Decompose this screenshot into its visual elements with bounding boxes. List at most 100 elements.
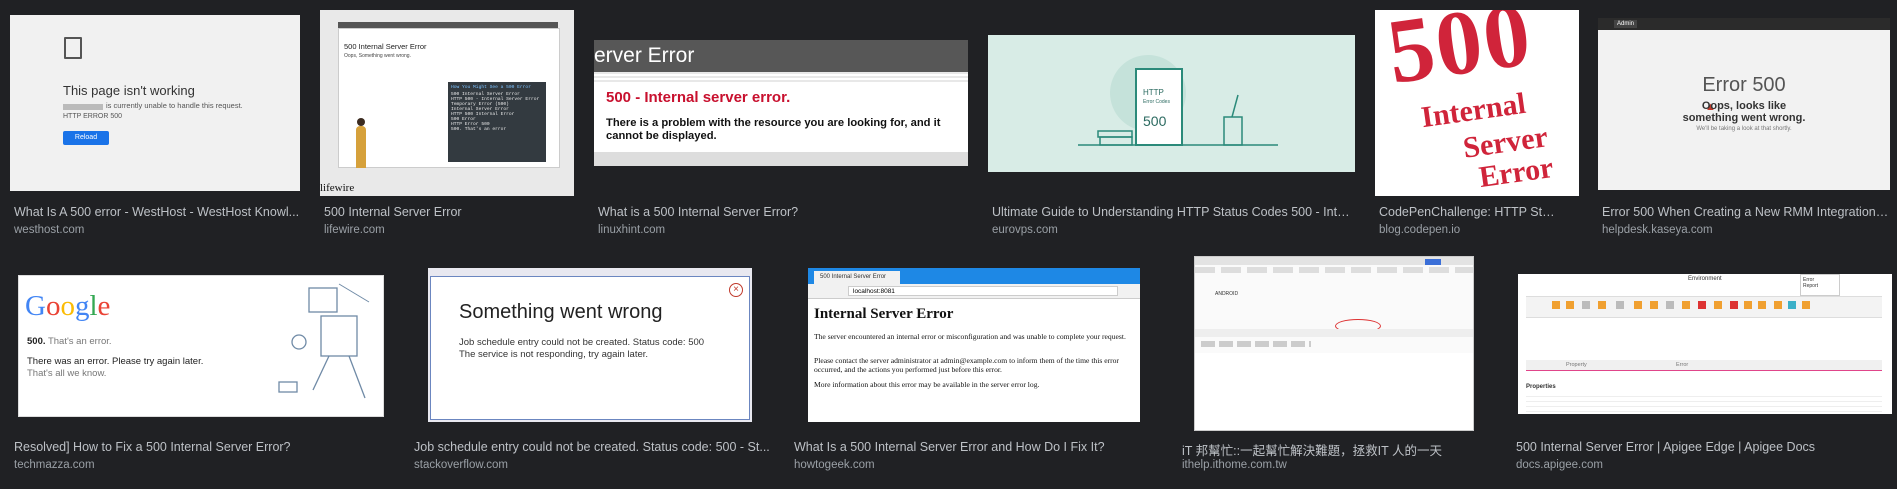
thumbnail-image[interactable]: 500 Internal Server Error localhost:8081… [808, 268, 1140, 422]
logo-letter: g [74, 290, 90, 322]
header-text: erver Error [594, 44, 695, 67]
google-logo: Google [25, 290, 110, 323]
thumbnail-image[interactable]: 500 Internal Server Error Oops, Somethin… [320, 10, 574, 196]
line2-text: That's all we know. [27, 368, 107, 379]
url-text: localhost:8081 [853, 288, 895, 295]
result-tile-kaseya[interactable]: Admin Error 500 ▲ Oops, looks like somet… [1598, 18, 1890, 237]
line1-bold: 500. [27, 336, 46, 347]
thumb-line: is currently unable to handle this reque… [106, 101, 243, 110]
result-caption[interactable]: Job schedule entry could not be created.… [414, 440, 770, 454]
person-head [357, 118, 365, 126]
result-tile-eurovps[interactable]: HTTP Error Codes 500 Ultimate Guide to U… [988, 35, 1355, 237]
book-illustration-icon [1078, 55, 1278, 146]
result-caption[interactable]: Error 500 When Creating a New RMM Integr… [1602, 205, 1890, 219]
result-tile-apigee[interactable]: Environment Error Report Property Error … [1512, 272, 1892, 473]
trace-icons [1552, 301, 1810, 309]
result-tile-techmazza[interactable]: Google 500. That's an error. There was a… [10, 273, 400, 473]
result-caption[interactable]: CodePenChallenge: HTTP Status ... [1379, 205, 1555, 219]
page-p1: The server encountered an internal error… [814, 332, 1126, 341]
result-source[interactable]: stackoverflow.com [414, 459, 770, 471]
result-source[interactable]: eurovps.com [992, 224, 1352, 236]
thumbnail-image[interactable]: This page isn't working is currently una… [10, 15, 300, 191]
result-tile-stackoverflow[interactable]: × Something went wrong Job schedule entr… [410, 262, 770, 473]
result-tile-westhost[interactable]: This page isn't working is currently una… [10, 15, 300, 237]
broken-robot-icon [278, 283, 370, 399]
result-source[interactable]: howtogeek.com [794, 459, 1150, 471]
result-source[interactable]: techmazza.com [14, 459, 400, 471]
thumbnail-image[interactable]: Environment Error Report Property Error … [1518, 274, 1892, 414]
thumbnail-image[interactable]: 500 Internal Server Error [1375, 10, 1579, 196]
menu-row [1195, 267, 1473, 273]
result-tile-codepen[interactable]: 500 Internal Server Error CodePenChallen… [1375, 10, 1579, 237]
logo-letter: o [60, 290, 75, 322]
thumbnail-image[interactable]: Google 500. That's an error. There was a… [18, 275, 384, 417]
result-source[interactable]: westhost.com [14, 224, 304, 236]
result-source[interactable]: docs.apigee.com [1516, 459, 1892, 471]
col-property: Property [1566, 362, 1587, 368]
sad-page-icon [64, 37, 82, 59]
pink-rule [1526, 370, 1882, 371]
error-header-bar: erver Error [594, 40, 968, 72]
result-caption[interactable]: Resolved] How to Fix a 500 Internal Serv… [14, 440, 400, 454]
result-caption[interactable]: What Is A 500 error - WestHost - WestHos… [14, 205, 304, 219]
col-error: Error [1676, 362, 1689, 368]
result-caption[interactable]: iT 邦幫忙::一起幫忙解決難題，拯救IT 人的一天 [1182, 440, 1478, 459]
error-box: How You Might See a 500 Error 500 Intern… [448, 82, 546, 162]
result-tile-lifewire[interactable]: 500 Internal Server Error Oops, Somethin… [320, 10, 580, 237]
thumb-line2: There was an error. Please try again lat… [27, 356, 227, 380]
logo-letter: l [89, 290, 98, 322]
dialog-line2: The service is not responding, try again… [459, 349, 649, 360]
thumbnail-image[interactable]: erver Error 500 - Internal server error.… [594, 40, 968, 166]
stripe [594, 72, 968, 82]
browser-tab: 500 Internal Server Error [814, 271, 900, 284]
panel-tabs [1195, 329, 1473, 337]
address-bar: localhost:8081 [808, 284, 1140, 299]
panel-rows [1201, 341, 1311, 347]
props-label: Properties [1526, 384, 1556, 390]
book-top: HTTP [1143, 88, 1164, 97]
result-tile-ithelp[interactable]: ANDROID iT 邦幫忙::一起幫忙解決難題，拯救IT 人的一天 ithel… [1178, 256, 1478, 473]
thumbnail-image[interactable]: × Something went wrong Job schedule entr… [428, 268, 752, 422]
thumbnail-image[interactable]: ANDROID [1194, 256, 1474, 431]
dialog-line1: Job schedule entry could not be created.… [459, 337, 705, 348]
admin-label: Admin [1617, 21, 1635, 27]
url-box: localhost:8081 [848, 286, 1118, 296]
thumb-title: Error 500 [1702, 74, 1786, 96]
blurred-domain [63, 104, 103, 110]
line1-text: That's an error. [47, 336, 112, 347]
dialog-box: × Something went wrong Job schedule entr… [430, 276, 750, 420]
box-title: How You Might See a 500 Error [451, 85, 531, 90]
tab-label: 500 Internal Server Error [820, 274, 887, 280]
result-tile-linuxhint[interactable]: erver Error 500 - Internal server error.… [594, 40, 974, 237]
result-source[interactable]: blog.codepen.io [1379, 224, 1555, 236]
logo-letter: e [97, 290, 111, 322]
result-caption[interactable]: Ultimate Guide to Understanding HTTP Sta… [992, 205, 1352, 219]
thumbnail-image[interactable]: Admin Error 500 ▲ Oops, looks like somet… [1598, 18, 1890, 190]
page-heading: Internal Server Error [814, 306, 954, 322]
popup-line: Report [1803, 283, 1819, 289]
page-p2: Please contact the server administrator … [814, 356, 1119, 374]
dialog-title: Something went wrong [459, 301, 663, 323]
logo-letter: o [45, 290, 61, 322]
env-label: Environment [1688, 276, 1722, 282]
close-icon: × [729, 283, 743, 297]
result-source[interactable]: linuxhint.com [598, 224, 968, 236]
thumb-title: 500 Internal Server Error [344, 42, 427, 51]
thumb-line3: We'll be taking a look at that shortly. [1696, 126, 1792, 132]
result-caption[interactable]: 500 Internal Server Error [324, 205, 574, 219]
bottom-stripe [594, 152, 968, 166]
result-source[interactable]: lifewire.com [324, 224, 574, 236]
error-code: HTTP ERROR 500 [63, 113, 122, 120]
context-popup: Error Report [1800, 274, 1840, 296]
result-caption[interactable]: 500 Internal Server Error | Apigee Edge … [1516, 440, 1892, 454]
brand-logo: lifewire [320, 182, 355, 194]
thumbnail-image[interactable]: HTTP Error Codes 500 [988, 35, 1355, 172]
result-tile-howtogeek[interactable]: 500 Internal Server Error localhost:8081… [790, 268, 1150, 473]
result-caption[interactable]: What Is a 500 Internal Server Error and … [794, 440, 1150, 454]
thumb-sub: Oops, Something went wrong. [344, 53, 411, 59]
result-source[interactable]: helpdesk.kaseya.com [1602, 224, 1890, 236]
window-titlebar: 500 Internal Server Error [808, 268, 1140, 284]
reload-button: Reload [63, 131, 109, 145]
result-caption[interactable]: What is a 500 Internal Server Error? [598, 205, 968, 219]
result-source[interactable]: ithelp.ithome.com.tw [1182, 459, 1478, 471]
